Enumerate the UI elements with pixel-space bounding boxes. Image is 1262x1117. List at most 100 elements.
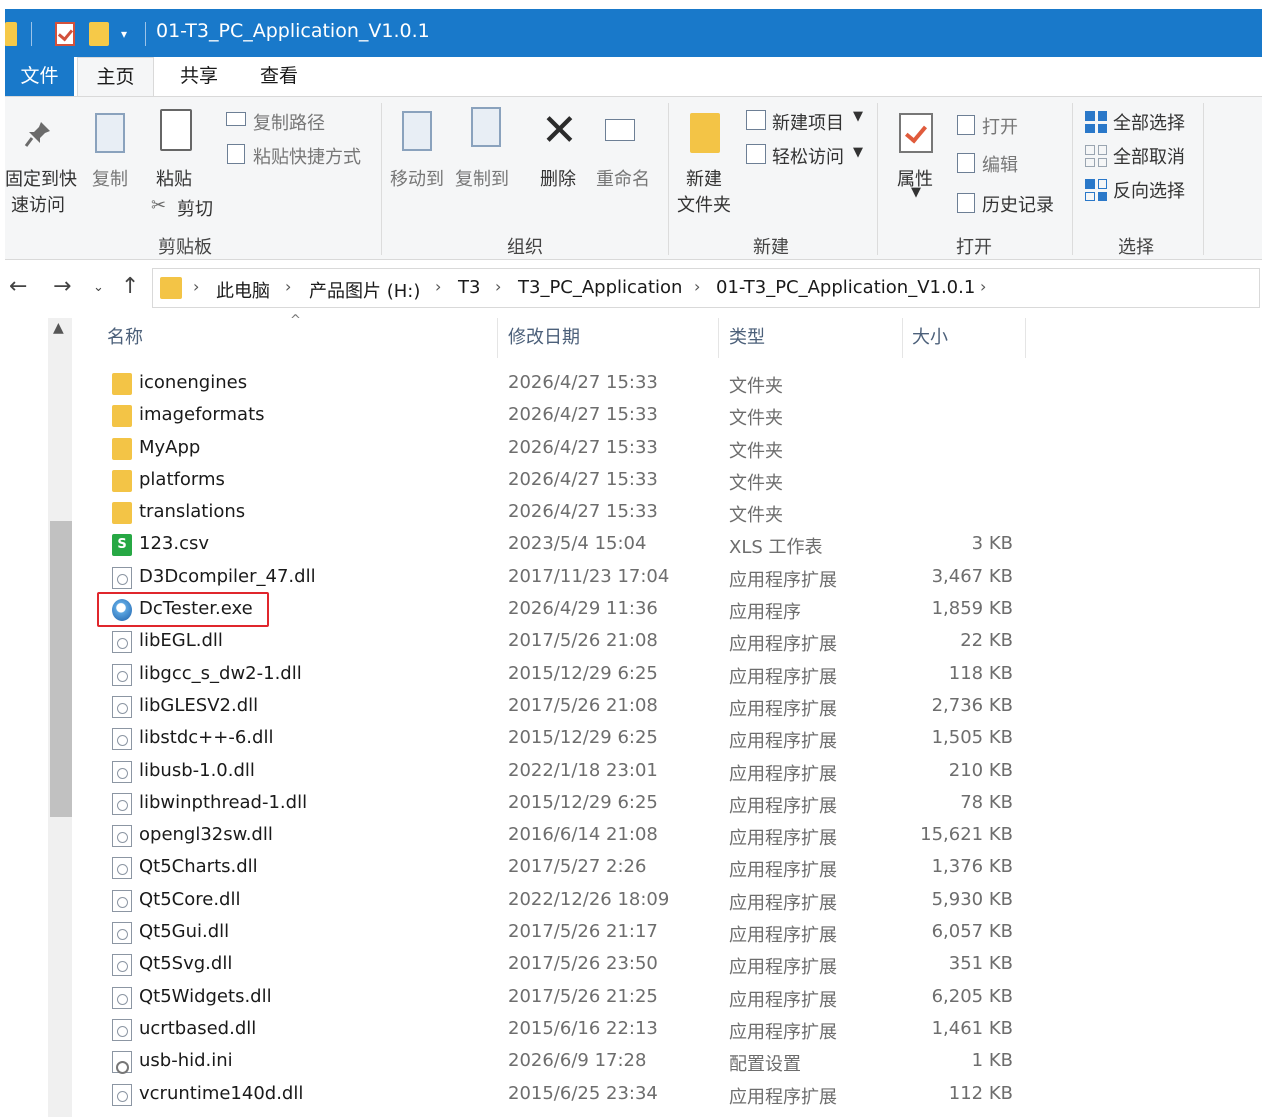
chevron-down-icon[interactable]: ▼ <box>911 185 921 200</box>
rename-button[interactable]: 重命名 <box>596 165 650 191</box>
paste-shortcut-button[interactable]: 粘贴快捷方式 <box>253 143 361 169</box>
move-to-button[interactable]: 移动到 <box>390 165 444 191</box>
chevron-down-icon[interactable]: ▾ <box>121 27 131 41</box>
edit-button[interactable]: 编辑 <box>982 151 1018 177</box>
divider[interactable] <box>718 318 719 358</box>
file-name: libstdc++-6.dll <box>139 727 274 749</box>
address-bar[interactable]: › 此电脑 › 产品图片 (H:) › T3 › T3_PC_Applicati… <box>152 268 1260 308</box>
file-row[interactable]: Qt5Gui.dll 2017/5/26 21:17 应用程序扩展 6,057 KB <box>0 917 1262 949</box>
file-row[interactable]: Qt5Widgets.dll 2017/5/26 21:25 应用程序扩展 6,205… <box>0 982 1262 1014</box>
file-size: 1,461 KB <box>931 1017 1013 1039</box>
file-name: D3Dcompiler_47.dll <box>139 565 316 587</box>
file-type: 应用程序 <box>729 602 801 624</box>
chevron-right-icon[interactable]: › <box>435 277 441 296</box>
chevron-right-icon[interactable]: › <box>980 277 986 296</box>
chevron-down-icon[interactable]: ⌄ <box>93 280 104 295</box>
file-row[interactable]: vcruntime140d.dll 2015/6/25 23:34 应用程序扩展 11… <box>0 1079 1262 1111</box>
scroll-up-icon[interactable]: ▲ <box>53 320 64 336</box>
chevron-right-icon[interactable]: › <box>193 277 199 296</box>
tab-file[interactable]: 文件 <box>5 57 74 97</box>
window-title: 01-T3_PC_Application_V1.0.1 <box>156 20 430 42</box>
new-folder-label: 文件夹 <box>677 195 731 216</box>
open-button[interactable]: 打开 <box>982 113 1018 139</box>
cut-button[interactable]: 剪切 <box>177 195 213 221</box>
file-row[interactable]: Qt5Core.dll 2022/12/26 18:09 应用程序扩展 5,930 K… <box>0 885 1262 917</box>
invert-selection-button[interactable]: 反向选择 <box>1113 177 1185 203</box>
file-row[interactable]: libgcc_s_dw2-1.dll 2015/12/29 6:25 应用程序扩展 1… <box>0 659 1262 691</box>
pin-quick-access-button[interactable]: 固定到快 <box>5 165 77 191</box>
file-name: iconengines <box>139 372 248 393</box>
divider[interactable] <box>902 318 903 358</box>
new-folder-icon[interactable] <box>89 22 109 46</box>
file-date: 2023/5/4 15:04 <box>508 533 647 555</box>
edit-icon <box>957 153 975 173</box>
file-row[interactable]: usb-hid.ini 2026/6/9 17:28 配置设置 1 KB <box>0 1046 1262 1078</box>
column-header-size[interactable]: 大小 <box>912 318 948 358</box>
tab-view[interactable]: 查看 <box>239 57 319 97</box>
file-row[interactable]: libusb-1.0.dll 2022/1/18 23:01 应用程序扩展 210 K… <box>0 756 1262 788</box>
dll-icon <box>112 792 132 815</box>
chevron-down-icon[interactable]: ▼ <box>853 109 863 124</box>
breadcrumb-drive[interactable]: 产品图片 (H:) <box>309 277 420 303</box>
divider <box>31 22 32 46</box>
paste-icon <box>160 109 192 151</box>
file-row[interactable]: MyApp 2026/4/27 15:33 文件夹 <box>0 433 1262 465</box>
file-name: Qt5Widgets.dll <box>139 985 272 1007</box>
tab-home[interactable]: 主页 <box>77 57 154 97</box>
breadcrumb-this-pc[interactable]: 此电脑 <box>216 277 270 303</box>
copy-path-button[interactable]: 复制路径 <box>253 109 325 135</box>
new-folder-button[interactable]: 新建 <box>686 165 722 191</box>
breadcrumb-app[interactable]: T3_PC_Application <box>518 277 682 298</box>
forward-arrow-icon[interactable]: → <box>53 274 71 299</box>
file-size: 2,736 KB <box>931 694 1013 716</box>
file-date: 2026/4/27 15:33 <box>508 468 658 490</box>
file-row[interactable]: iconengines 2026/4/27 15:33 文件夹 <box>0 368 1262 400</box>
file-row[interactable]: Qt5Svg.dll 2017/5/26 23:50 应用程序扩展 351 KB <box>0 949 1262 981</box>
back-arrow-icon[interactable]: ← <box>9 274 27 299</box>
divider[interactable] <box>497 318 498 358</box>
file-row[interactable]: ucrtbased.dll 2015/6/16 22:13 应用程序扩展 1,461 … <box>0 1014 1262 1046</box>
chevron-down-icon[interactable]: ▼ <box>853 145 863 160</box>
chevron-right-icon[interactable]: › <box>694 277 700 296</box>
file-date: 2017/5/26 23:50 <box>508 953 658 975</box>
chevron-right-icon[interactable]: › <box>495 277 501 296</box>
up-arrow-icon[interactable]: ↑ <box>121 274 139 299</box>
file-row[interactable]: libEGL.dll 2017/5/26 21:08 应用程序扩展 22 KB <box>0 626 1262 658</box>
file-row[interactable]: imageformats 2026/4/27 15:33 文件夹 <box>0 400 1262 432</box>
file-row[interactable]: opengl32sw.dll 2016/6/14 21:08 应用程序扩展 15,62… <box>0 820 1262 852</box>
file-row[interactable]: libGLESV2.dll 2017/5/26 21:08 应用程序扩展 2,736 … <box>0 691 1262 723</box>
file-row[interactable]: libstdc++-6.dll 2015/12/29 6:25 应用程序扩展 1,50… <box>0 723 1262 755</box>
file-row[interactable]: translations 2026/4/27 15:33 文件夹 <box>0 497 1262 529</box>
breadcrumb-t3[interactable]: T3 <box>458 277 480 298</box>
new-item-button[interactable]: 新建项目 <box>772 109 844 135</box>
select-all-button[interactable]: 全部选择 <box>1113 109 1185 135</box>
copy-button[interactable]: 复制 <box>92 165 128 191</box>
chevron-right-icon[interactable]: › <box>285 277 291 296</box>
file-row[interactable]: platforms 2026/4/27 15:33 文件夹 <box>0 465 1262 497</box>
file-size: 118 KB <box>948 662 1013 684</box>
paste-button[interactable]: 粘贴 <box>156 165 192 191</box>
file-name: Qt5Core.dll <box>139 888 241 910</box>
group-label-open: 打开 <box>956 237 992 258</box>
file-row[interactable]: D3Dcompiler_47.dll 2017/11/23 17:04 应用程序扩展… <box>0 562 1262 594</box>
column-header-name[interactable]: 名称 <box>107 318 143 358</box>
breadcrumb-current[interactable]: 01-T3_PC_Application_V1.0.1 <box>716 277 975 298</box>
new-folder-icon <box>690 113 720 153</box>
ribbon-tabs: 文件 主页 共享 查看 <box>5 57 1262 97</box>
easy-access-button[interactable]: 轻松访问 <box>772 143 844 169</box>
file-row[interactable]: S 123.csv 2023/5/4 15:04 XLS 工作表 3 KB <box>0 529 1262 561</box>
tab-share[interactable]: 共享 <box>159 57 239 97</box>
file-name: libwinpthread-1.dll <box>139 791 308 813</box>
column-header-date[interactable]: 修改日期 <box>508 318 580 358</box>
history-button[interactable]: 历史记录 <box>982 191 1054 217</box>
delete-button[interactable]: 删除 <box>540 165 576 191</box>
copy-to-button[interactable]: 复制到 <box>455 165 509 191</box>
file-row[interactable]: Qt5Charts.dll 2017/5/27 2:26 应用程序扩展 1,376 K… <box>0 852 1262 884</box>
dll-icon <box>112 857 132 880</box>
select-none-button[interactable]: 全部取消 <box>1113 143 1185 169</box>
ini-icon <box>112 1051 132 1075</box>
column-header-type[interactable]: 类型 <box>729 318 765 358</box>
properties-icon[interactable] <box>55 22 75 46</box>
file-row[interactable]: libwinpthread-1.dll 2015/12/29 6:25 应用程序扩展… <box>0 788 1262 820</box>
divider[interactable] <box>1025 318 1026 358</box>
